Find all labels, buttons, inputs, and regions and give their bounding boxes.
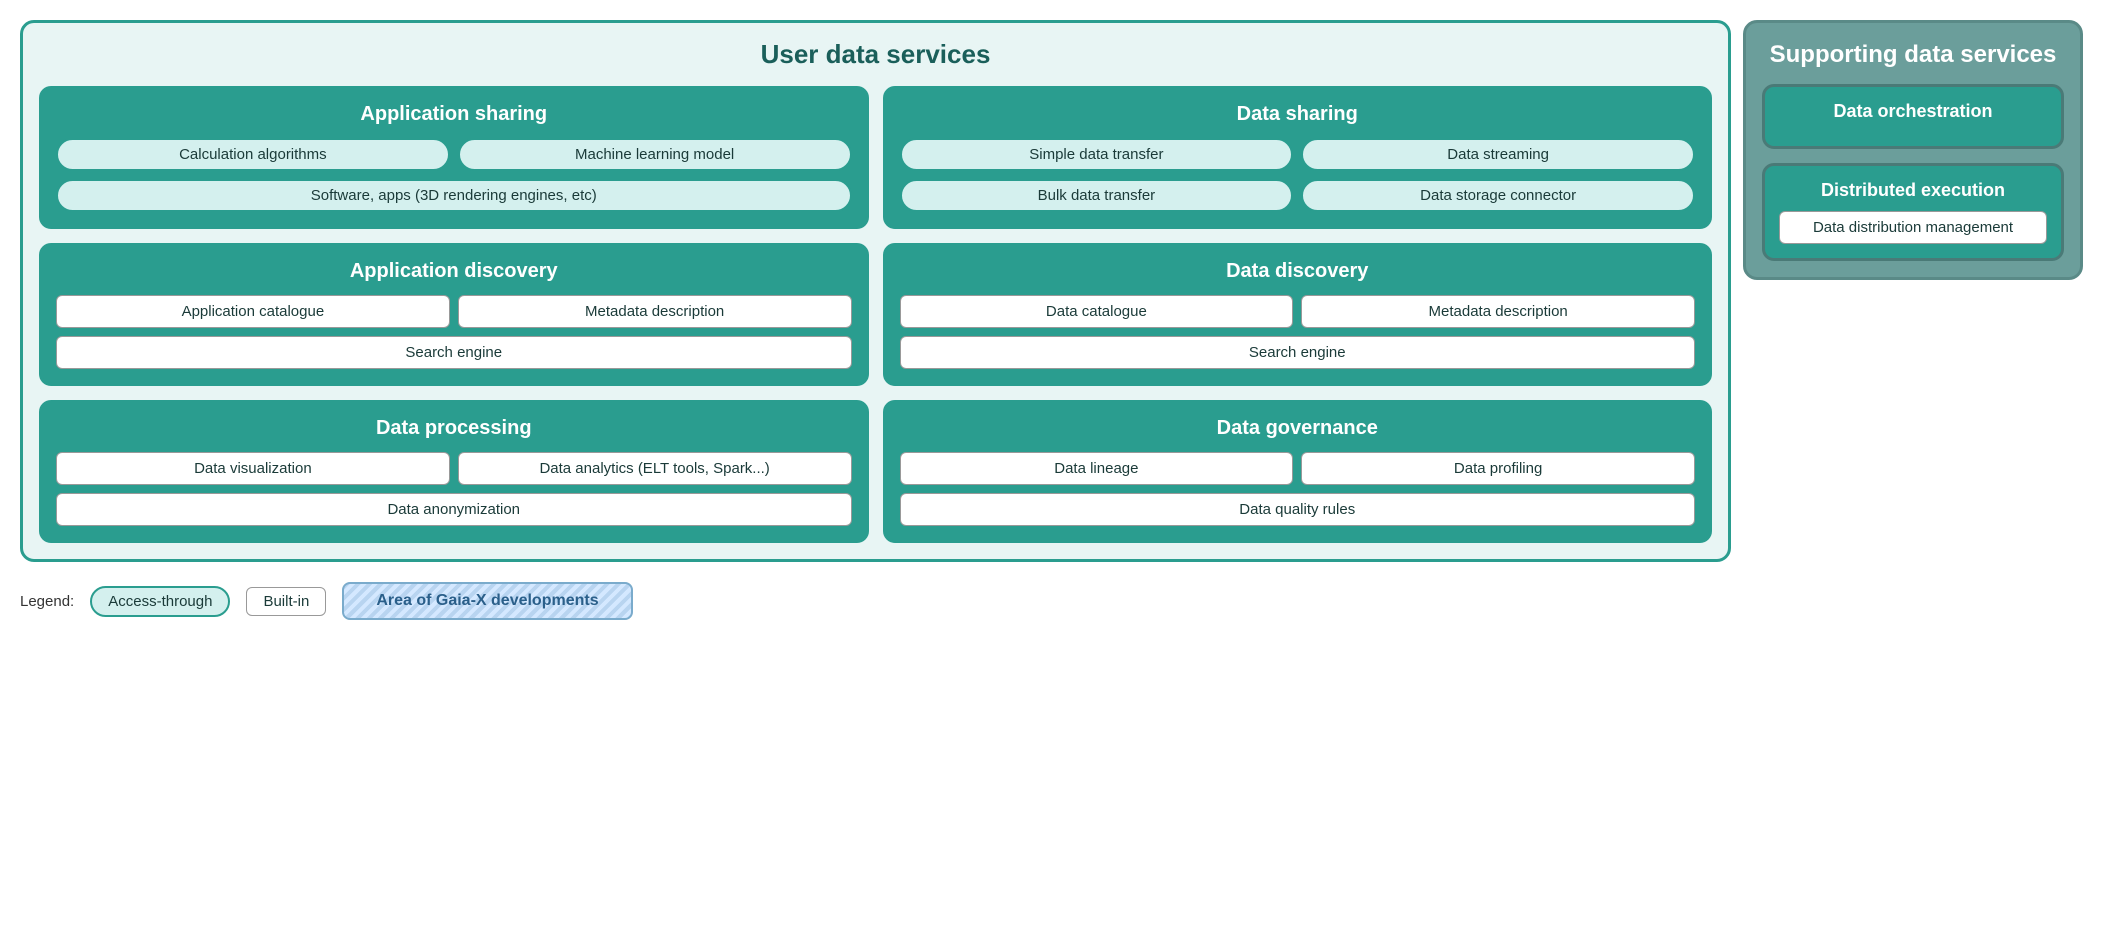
- data-visualization-item: Data visualization: [56, 452, 450, 485]
- data-processing-bottom: Data anonymization: [56, 493, 852, 526]
- data-processing-title: Data processing: [56, 417, 852, 440]
- data-governance-bottom: Data quality rules: [900, 493, 1696, 526]
- data-orchestration-title: Data orchestration: [1779, 101, 2047, 122]
- data-governance-panel: Data governance Data lineage Data profil…: [883, 400, 1713, 543]
- legend-gaiax: Area of Gaia-X developments: [342, 582, 632, 620]
- application-discovery-title: Application discovery: [56, 260, 852, 283]
- data-governance-title: Data governance: [900, 417, 1696, 440]
- app-sharing-bottom: Software, apps (3D rendering engines, et…: [56, 179, 852, 212]
- data-distribution-item: Data distribution management: [1779, 211, 2047, 244]
- supporting-services-title: Supporting data services: [1762, 39, 2064, 70]
- distributed-execution-title: Distributed execution: [1779, 180, 2047, 201]
- app-sharing-top-items: Calculation algorithms Machine learning …: [56, 138, 852, 171]
- machine-learning-model-item: Machine learning model: [458, 138, 852, 171]
- app-discovery-bottom: Search engine: [56, 336, 852, 369]
- data-discovery-bottom: Search engine: [900, 336, 1696, 369]
- data-quality-rules-item: Data quality rules: [900, 493, 1696, 526]
- data-processing-top-items: Data visualization Data analytics (ELT t…: [56, 452, 852, 485]
- data-search-engine-item: Search engine: [900, 336, 1696, 369]
- data-anonymization-item: Data anonymization: [56, 493, 852, 526]
- data-analytics-item: Data analytics (ELT tools, Spark...): [458, 452, 852, 485]
- data-sharing-panel: Data sharing Simple data transfer Data s…: [883, 86, 1713, 229]
- user-data-services-title: User data services: [39, 39, 1712, 70]
- supporting-services-box: Supporting data services Data orchestrat…: [1743, 20, 2083, 280]
- data-governance-top-items: Data lineage Data profiling: [900, 452, 1696, 485]
- application-sharing-title: Application sharing: [56, 103, 852, 126]
- application-sharing-panel: Application sharing Calculation algorith…: [39, 86, 869, 229]
- bulk-data-transfer-item: Bulk data transfer: [900, 179, 1294, 212]
- software-apps-item: Software, apps (3D rendering engines, et…: [56, 179, 852, 212]
- legend-label: Legend:: [20, 593, 74, 610]
- app-metadata-item: Metadata description: [458, 295, 852, 328]
- distributed-execution-panel: Distributed execution Data distribution …: [1762, 163, 2064, 261]
- data-discovery-title: Data discovery: [900, 260, 1696, 283]
- calculation-algorithms-item: Calculation algorithms: [56, 138, 450, 171]
- application-discovery-panel: Application discovery Application catalo…: [39, 243, 869, 386]
- data-storage-connector-item: Data storage connector: [1301, 179, 1695, 212]
- data-metadata-item: Metadata description: [1301, 295, 1695, 328]
- main-container: User data services Application sharing C…: [20, 20, 2083, 562]
- app-discovery-top-items: Application catalogue Metadata descripti…: [56, 295, 852, 328]
- data-sharing-items: Simple data transfer Data streaming Bulk…: [900, 138, 1696, 212]
- data-lineage-item: Data lineage: [900, 452, 1294, 485]
- data-discovery-panel: Data discovery Data catalogue Metadata d…: [883, 243, 1713, 386]
- services-grid: Application sharing Calculation algorith…: [39, 86, 1712, 543]
- app-catalogue-item: Application catalogue: [56, 295, 450, 328]
- data-processing-panel: Data processing Data visualization Data …: [39, 400, 869, 543]
- legend: Legend: Access-through Built-in Area of …: [20, 582, 2083, 620]
- simple-data-transfer-item: Simple data transfer: [900, 138, 1294, 171]
- user-data-services-box: User data services Application sharing C…: [20, 20, 1731, 562]
- data-sharing-title: Data sharing: [900, 103, 1696, 126]
- legend-access-through: Access-through: [90, 586, 230, 617]
- app-search-engine-item: Search engine: [56, 336, 852, 369]
- legend-built-in: Built-in: [246, 587, 326, 616]
- data-catalogue-item: Data catalogue: [900, 295, 1294, 328]
- data-orchestration-panel: Data orchestration: [1762, 84, 2064, 149]
- data-discovery-top-items: Data catalogue Metadata description: [900, 295, 1696, 328]
- data-streaming-item: Data streaming: [1301, 138, 1695, 171]
- data-profiling-item: Data profiling: [1301, 452, 1695, 485]
